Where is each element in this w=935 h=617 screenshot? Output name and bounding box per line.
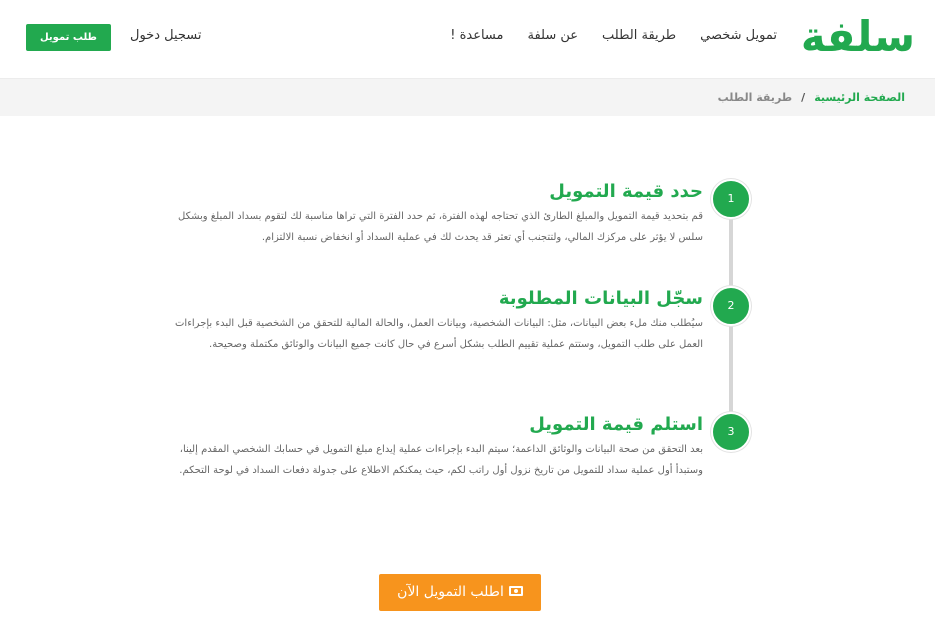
step-number-badge: 1 [711,179,751,219]
money-icon [508,586,523,596]
step-description: سيُطلب منك ملء بعض البيانات، مثل: البيان… [175,318,703,350]
breadcrumb: الصفحة الرئيسية / طريقة الطلب [718,91,905,104]
salfa-logo[interactable]: سلفة [801,6,915,68]
main-nav: تمويل شخصي طريقة الطلب عن سلفة مساعدة ! [426,28,777,43]
step-title: حدد قيمة التمويل [549,181,703,202]
breadcrumb-current: طريقة الطلب [717,91,793,104]
nav-about[interactable]: عن سلفة [528,28,579,43]
nav-personal-finance[interactable]: تمويل شخصي [700,28,777,43]
step-title: استلم قيمة التمويل [529,414,703,435]
step-description: بعد التحقق من صحة البيانات والوثائق الدا… [179,444,703,476]
breadcrumb-home-link[interactable]: الصفحة الرئيسية [814,91,905,104]
apply-now-label: اطلب التمويل الآن [397,584,504,600]
breadcrumb-bar: الصفحة الرئيسية / طريقة الطلب [0,78,935,116]
apply-now-button[interactable]: اطلب التمويل الآن [379,574,541,611]
request-loan-button[interactable]: طلب تمويل [26,24,111,51]
step-description: قم بتحديد قيمة التمويل والمبلغ الطارئ ال… [178,211,703,243]
nav-how-to-apply[interactable]: طريقة الطلب [602,28,676,43]
nav-help[interactable]: مساعدة ! [450,28,503,43]
step-title: سجّل البيانات المطلوبة [498,288,703,309]
login-link[interactable]: تسجيل دخول [130,28,202,43]
step-number-badge: 3 [711,412,751,452]
breadcrumb-separator: / [801,91,806,104]
step-number-badge: 2 [711,286,751,326]
site-header: سلفة تمويل شخصي طريقة الطلب عن سلفة مساع… [0,0,935,78]
